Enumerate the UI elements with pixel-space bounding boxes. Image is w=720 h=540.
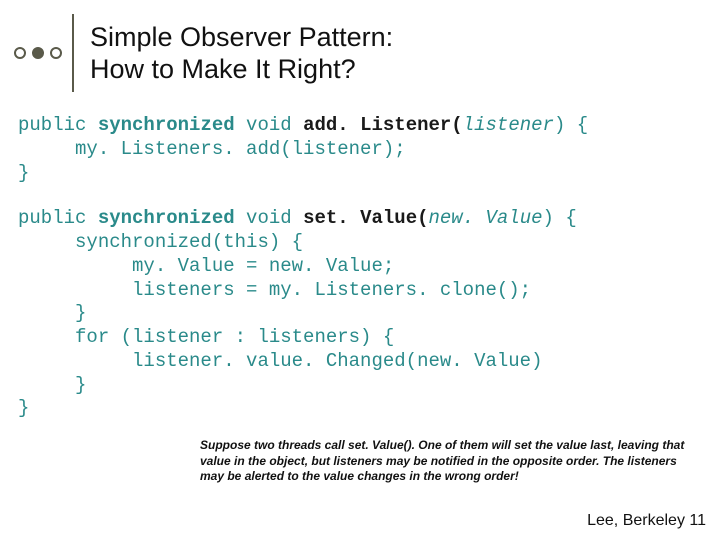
- fn-close: ) {: [543, 207, 577, 229]
- slide-header: Simple Observer Pattern: How to Make It …: [0, 0, 720, 92]
- bullet-icon: [32, 47, 44, 59]
- slide-footer: Lee, Berkeley 11: [587, 512, 706, 530]
- code-line: listener. value. Changed(new. Value): [18, 350, 543, 372]
- title-line-2: How to Make It Right?: [90, 54, 356, 84]
- fn-arg: listener: [463, 114, 554, 136]
- code-line: }: [18, 397, 29, 419]
- fn-name: add. Listener(: [303, 114, 463, 136]
- kw-public: public: [18, 114, 98, 136]
- slide-title: Simple Observer Pattern: How to Make It …: [90, 21, 393, 86]
- kw-void: void: [235, 114, 303, 136]
- code-line: }: [18, 302, 86, 324]
- kw-synchronized: synchronized: [98, 114, 235, 136]
- slide-note: Suppose two threads call set. Value(). O…: [200, 438, 700, 485]
- code-line: my. Value = new. Value;: [18, 255, 394, 277]
- title-line-1: Simple Observer Pattern:: [90, 22, 393, 52]
- code-line: }: [18, 162, 29, 184]
- code-block-addlistener: public synchronized void add. Listener(l…: [18, 114, 702, 185]
- header-bullets: [14, 47, 62, 59]
- code-line: my. Listeners. add(listener);: [18, 138, 406, 160]
- code-line: for (listener : listeners) {: [18, 326, 394, 348]
- kw-synchronized: synchronized: [98, 207, 235, 229]
- code-line: }: [18, 374, 86, 396]
- fn-arg: new. Value: [429, 207, 543, 229]
- kw-public: public: [18, 207, 98, 229]
- code-line: listeners = my. Listeners. clone();: [18, 279, 531, 301]
- bullet-icon: [50, 47, 62, 59]
- kw-void: void: [235, 207, 303, 229]
- code-block-setvalue: public synchronized void set. Value(new.…: [18, 207, 702, 421]
- bullet-icon: [14, 47, 26, 59]
- code-line: synchronized(this) {: [18, 231, 303, 253]
- fn-close: ) {: [554, 114, 588, 136]
- fn-name: set. Value(: [303, 207, 428, 229]
- vertical-divider: [72, 14, 74, 92]
